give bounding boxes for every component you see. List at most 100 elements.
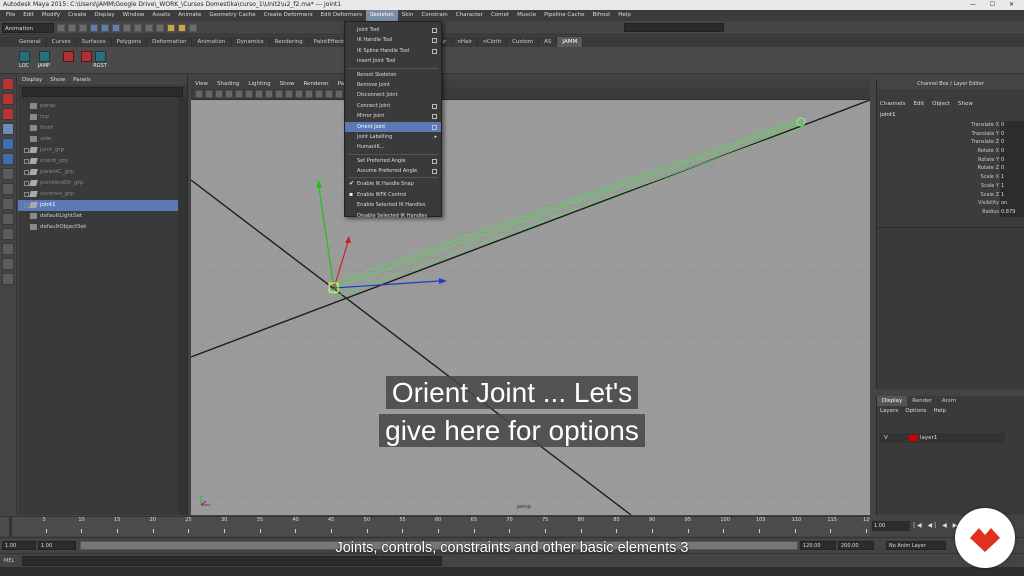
attribute-row-scale-z[interactable]: Scale Z1: [877, 190, 1024, 200]
skeleton-menu-item-reroot-skeleton[interactable]: Reroot Skeleton: [345, 70, 441, 80]
layer-row[interactable]: V layer1: [880, 433, 1005, 443]
attribute-value-field[interactable]: on: [1000, 199, 1024, 208]
outliner-item-persp[interactable]: persp: [18, 101, 187, 112]
menu-animate[interactable]: Animate: [174, 10, 205, 21]
skeleton-menu-item-disconnect-joint[interactable]: Disconnect Joint: [345, 90, 441, 100]
menu-character[interactable]: Character: [452, 10, 487, 21]
outliner-menu-show[interactable]: Show: [50, 75, 65, 85]
menu-skeleton[interactable]: Skeleton: [365, 10, 398, 21]
viewport-menu-view[interactable]: View: [195, 79, 208, 89]
time-slider[interactable]: 5 10 15 20 25 30 35 40 45 50 55 60 65 70 75 80 85 90 95 100…: [0, 516, 873, 537]
layer-menu-help[interactable]: Help: [933, 406, 946, 416]
menu-geometry-cache[interactable]: Geometry Cache: [205, 10, 259, 21]
joint-tool-icon[interactable]: [2, 183, 14, 195]
layout-graph-icon[interactable]: [2, 258, 14, 270]
menu-create[interactable]: Create: [64, 10, 90, 21]
shelf-tab-deformation[interactable]: Deformation: [147, 37, 193, 47]
shelf-tab-animation[interactable]: Animation: [192, 37, 232, 47]
skeleton-menu-item-assume-preferred-angle[interactable]: Assume Preferred Angle: [345, 166, 441, 176]
viewport-tool-icon-3[interactable]: [225, 90, 233, 98]
open-scene-icon[interactable]: [68, 23, 76, 32]
layer-tab-render[interactable]: Render: [907, 396, 937, 406]
menu-edit-deformers[interactable]: Edit Deformers: [317, 10, 366, 21]
attribute-value-field[interactable]: 1: [1000, 173, 1024, 182]
channel-menu-edit[interactable]: Edit: [913, 99, 924, 109]
attribute-row-rotate-x[interactable]: Rotate X0: [877, 147, 1024, 156]
attribute-value-field[interactable]: 0: [1000, 138, 1024, 148]
viewport-tool-icon-5[interactable]: [245, 90, 253, 98]
channel-menu-object[interactable]: Object: [932, 99, 950, 109]
attribute-value-field[interactable]: 0: [1000, 121, 1024, 130]
viewport-tool-icon-12[interactable]: [315, 90, 323, 98]
save-scene-icon[interactable]: [79, 23, 87, 32]
menu-muscle[interactable]: Muscle: [513, 10, 540, 21]
menu-assets[interactable]: Assets: [148, 10, 174, 21]
render-icon[interactable]: [167, 23, 175, 32]
checked-icon[interactable]: ✔: [349, 179, 354, 189]
skeleton-menu-item-joint-tool[interactable]: Joint Tool: [345, 25, 441, 35]
viewport-menu-shading[interactable]: Shading: [217, 79, 239, 89]
lasso-tool-icon[interactable]: [2, 93, 14, 105]
option-box-icon[interactable]: [432, 38, 437, 44]
unchecked-icon[interactable]: ▪: [349, 190, 353, 200]
shelf-tab-jamm[interactable]: JAMM: [557, 37, 584, 47]
viewport-tool-icon-10[interactable]: [295, 90, 303, 98]
option-box-icon[interactable]: [432, 124, 437, 130]
select-hierarchy-icon[interactable]: [90, 23, 98, 32]
option-box-icon[interactable]: [432, 169, 437, 175]
ipr-render-icon[interactable]: [178, 23, 186, 32]
attribute-value-field[interactable]: 0: [1000, 129, 1024, 139]
attribute-value-field[interactable]: 0: [1000, 147, 1024, 156]
viewport-scene[interactable]: [191, 100, 870, 515]
outliner-item-front[interactable]: front: [18, 123, 187, 134]
shelf-button-jamp[interactable]: JAMP: [34, 51, 54, 69]
viewport-tool-icon-2[interactable]: [215, 90, 223, 98]
outliner-menu-panels[interactable]: Panels: [73, 75, 91, 85]
attribute-value-field[interactable]: 0: [1000, 164, 1024, 174]
menu-edit[interactable]: Edit: [19, 10, 38, 21]
outliner-item-pointandor-grp[interactable]: pointAndOr_grp: [18, 178, 187, 189]
viewport-panel[interactable]: ViewShadingLightingShowRendererPanels: [191, 79, 870, 515]
option-box-icon[interactable]: [432, 103, 437, 109]
window-controls[interactable]: — ☐ ✕: [970, 0, 1020, 10]
menu-set-select[interactable]: Animation: [2, 22, 54, 33]
layout-single-icon[interactable]: [2, 198, 14, 210]
viewport-tool-icon-0[interactable]: [195, 90, 203, 98]
outliner-item-parentc-grp[interactable]: parentC_grp: [18, 167, 187, 178]
layer-tab-anim[interactable]: Anim: [937, 396, 961, 406]
attribute-row-rotate-z[interactable]: Rotate Z0: [877, 164, 1024, 174]
option-box-icon[interactable]: [432, 28, 437, 33]
snap-grid-icon[interactable]: [134, 23, 142, 32]
layout-two-icon[interactable]: [2, 228, 14, 240]
viewport-tool-icon-7[interactable]: [265, 90, 273, 98]
layer-tab-display[interactable]: Display: [877, 396, 908, 406]
menu-skin[interactable]: Skin: [398, 10, 418, 21]
mask-icon[interactable]: [123, 23, 131, 32]
channel-menu-show[interactable]: Show: [958, 99, 973, 109]
skeleton-menu-item-connect-joint[interactable]: Connect Joint: [345, 101, 441, 111]
move-tool-icon[interactable]: [2, 123, 14, 135]
skeleton-menu-item-ik-spline-handle-tool[interactable]: IK Spline Handle Tool: [345, 46, 441, 56]
attribute-row-scale-y[interactable]: Scale Y1: [877, 181, 1024, 191]
viewport-tool-icon-4[interactable]: [235, 90, 243, 98]
attribute-row-scale-x[interactable]: Scale X1: [877, 173, 1024, 182]
skeleton-menu-item-orient-joint[interactable]: Orient Joint: [345, 121, 441, 132]
viewport-menu-lighting[interactable]: Lighting: [248, 79, 270, 89]
scale-tool-icon[interactable]: [2, 153, 14, 165]
outliner-item-top[interactable]: top: [18, 112, 187, 123]
snap-curve-icon[interactable]: [145, 23, 153, 32]
attribute-row-translate-z[interactable]: Translate Z0: [877, 138, 1024, 148]
render-settings-icon[interactable]: [189, 23, 197, 32]
skeleton-menu-item-enable-selected-ik-handles[interactable]: Enable Selected IK Handles: [345, 200, 441, 210]
attribute-value-field[interactable]: 1: [1000, 181, 1024, 191]
shelf-tab-rendering[interactable]: Rendering: [270, 37, 309, 47]
layer-menu-layers[interactable]: Layers: [880, 406, 898, 416]
paint-select-tool-icon[interactable]: [2, 108, 14, 120]
skeleton-menu-item-ik-handle-tool[interactable]: IK Handle Tool: [345, 35, 441, 45]
attribute-row-rotate-y[interactable]: Rotate Y0: [877, 155, 1024, 165]
viewport-menu-renderer[interactable]: Renderer: [303, 79, 328, 89]
outliner-item-defaultobjectset[interactable]: defaultObjectSet: [18, 222, 187, 233]
skeleton-menu-item-mirror-joint[interactable]: Mirror Joint: [345, 111, 441, 121]
menu-window[interactable]: Window: [119, 10, 149, 21]
shelf-tab-nhair[interactable]: nHair: [452, 37, 479, 47]
